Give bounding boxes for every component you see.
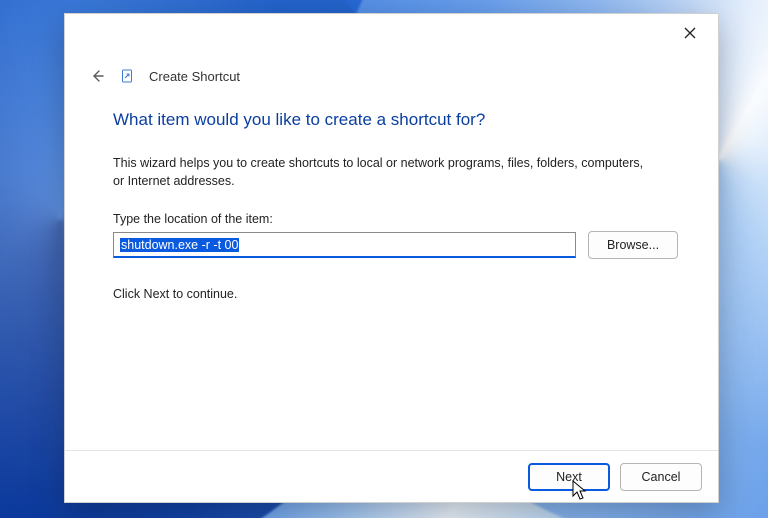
location-label: Type the location of the item: [113, 212, 678, 226]
back-arrow-icon[interactable] [87, 66, 107, 86]
continue-hint: Click Next to continue. [113, 287, 678, 301]
location-input-value: shutdown.exe -r -t 00 [120, 238, 239, 252]
close-button[interactable] [672, 20, 708, 48]
dialog-title: Create Shortcut [149, 69, 240, 84]
dialog-content: What item would you like to create a sho… [113, 110, 678, 440]
next-button[interactable]: Next [528, 463, 610, 491]
cancel-button[interactable]: Cancel [620, 463, 702, 491]
dialog-footer: Next Cancel [65, 450, 718, 502]
wizard-description: This wizard helps you to create shortcut… [113, 154, 653, 190]
page-heading: What item would you like to create a sho… [113, 110, 678, 130]
shortcut-page-icon [121, 69, 135, 83]
browse-button[interactable]: Browse... [588, 231, 678, 259]
location-input[interactable]: shutdown.exe -r -t 00 [113, 232, 576, 258]
dialog-header: Create Shortcut [87, 66, 696, 86]
close-icon [684, 26, 696, 43]
create-shortcut-dialog: Create Shortcut What item would you like… [64, 13, 719, 503]
